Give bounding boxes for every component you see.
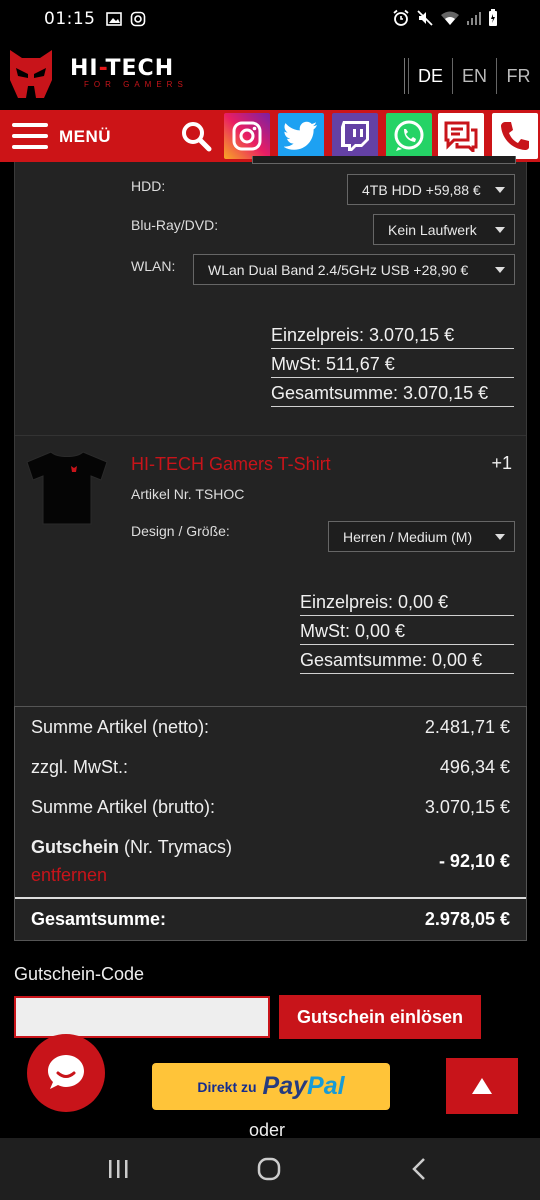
wlan-select-value: WLan Dual Band 2.4/5GHz USB +28,90 € [208,261,469,278]
brutto-value: 3.070,15 € [424,797,510,817]
chevron-down-icon [495,267,505,273]
bluray-select-value: Kein Laufwerk [388,221,477,238]
netto-value: 2.481,71 € [424,717,510,737]
bluray-label: Blu-Ray/DVD: [131,217,219,233]
alarm-icon [393,9,409,26]
arrow-up-icon [472,1078,492,1094]
language-switcher: DE EN FR [404,58,540,94]
redeem-voucher-button[interactable]: Gutschein einlösen [279,995,481,1039]
tshirt-gesamtsumme: Gesamtsumme: 0,00 € [300,650,514,674]
pc-einzelpreis: Einzelpreis: 3.070,15 € [271,325,514,349]
signal-icon [467,12,481,25]
voucher-row: Gutschein (Nr. Trymacs) [31,837,232,858]
home-icon[interactable] [257,1157,281,1181]
tshirt-image[interactable] [25,450,109,526]
lang-de[interactable]: DE [408,58,452,94]
whatsapp-icon[interactable] [386,113,432,159]
mwst-row: zzgl. MwSt.: 496,34 € [31,757,510,778]
hdd-select[interactable]: 4TB HDD +59,88 € [347,174,515,205]
paypal-checkout-button[interactable]: Direkt zu PayPal [152,1063,390,1110]
design-size-select[interactable]: Herren / Medium (M) [328,521,515,552]
lang-fr[interactable]: FR [496,58,540,94]
cart-items-panel: HDD: 4TB HDD +59,88 € Blu-Ray/DVD: Kein … [14,156,527,706]
chevron-down-icon [495,227,505,233]
chat-bubble-icon [48,1055,84,1089]
brand-subtitle: FOR GAMERS [84,80,188,89]
total-row: Gesamtsumme: 2.978,05 € [15,897,526,940]
android-nav-bar [0,1138,540,1200]
scroll-to-top-button[interactable] [446,1058,518,1114]
wlan-select[interactable]: WLan Dual Band 2.4/5GHz USB +28,90 € [193,254,515,285]
pc-mwst: MwSt: 511,67 € [271,354,514,378]
design-size-label: Design / Größe: [131,523,230,539]
menu-label[interactable]: MENÜ [59,127,111,147]
bluray-select[interactable]: Kein Laufwerk [373,214,515,245]
wlan-label: WLAN: [131,258,176,274]
item-divider [15,435,526,436]
chevron-down-icon [495,534,505,540]
logo[interactable] [6,46,56,102]
language-divider [404,58,405,94]
twitch-icon[interactable] [332,113,378,159]
status-bar: 01:15 [0,0,540,38]
voucher-value: - 92,10 € [438,851,510,871]
brutto-row: Summe Artikel (brutto): 3.070,15 € [31,797,510,818]
instagram-icon[interactable] [224,113,270,159]
mwst-label: zzgl. MwSt.: [31,757,129,777]
article-number: Artikel Nr. TSHOC [131,486,245,502]
nav-bar: MENÜ [0,110,540,162]
tshirt-title-link[interactable]: HI-TECH Gamers T-Shirt [131,454,331,475]
order-summary: Summe Artikel (netto): 2.481,71 € zzgl. … [14,706,527,941]
paypal-prefix: Direkt zu [197,1078,257,1095]
recent-apps-icon[interactable] [107,1158,129,1180]
design-size-value: Herren / Medium (M) [343,528,473,545]
lang-en[interactable]: EN [452,58,496,94]
menu-icon[interactable] [12,123,48,149]
paypal-logo: PayPal [262,1072,345,1100]
remove-voucher-link[interactable]: entfernen [31,865,107,886]
tshirt-mwst: MwSt: 0,00 € [300,621,514,645]
gallery-icon [105,12,122,26]
instagram-status-icon [130,11,145,27]
pc-gesamtsumme: Gesamtsumme: 3.070,15 € [271,383,514,407]
twitter-icon[interactable] [278,113,324,159]
hdd-select-value: 4TB HDD +59,88 € [362,181,481,198]
chevron-down-icon [495,187,505,193]
mute-icon [417,10,433,26]
mwst-value: 496,34 € [439,757,510,777]
status-time: 01:15 [44,9,96,29]
back-icon[interactable] [410,1157,428,1181]
brand-title: HI-TECH [70,56,175,81]
brutto-label: Summe Artikel (brutto): [31,797,216,817]
voucher-label: Gutschein [31,837,120,857]
tshirt-einzelpreis: Einzelpreis: 0,00 € [300,592,514,616]
voucher-code-input[interactable] [14,996,270,1038]
battery-icon [489,9,497,26]
previous-select-remnant [252,156,516,164]
site-header: HI-TECH FOR GAMERS DE EN FR [0,38,540,110]
voucher-number: (Nr. Trymacs) [124,837,233,857]
helmet-logo-icon [10,50,52,98]
quantity-increment[interactable]: +1 [491,453,512,474]
voucher-code-label: Gutschein-Code [14,964,145,984]
phone-icon[interactable] [492,113,538,159]
live-chat-button[interactable] [27,1034,105,1112]
search-icon[interactable] [180,120,212,152]
netto-label: Summe Artikel (netto): [31,717,210,737]
total-value: 2.978,05 € [424,909,510,929]
chat-icon[interactable] [438,113,484,159]
total-label: Gesamtsumme: [31,909,167,929]
netto-row: Summe Artikel (netto): 2.481,71 € [31,717,510,738]
hdd-label: HDD: [131,178,166,194]
wifi-icon [441,11,459,25]
